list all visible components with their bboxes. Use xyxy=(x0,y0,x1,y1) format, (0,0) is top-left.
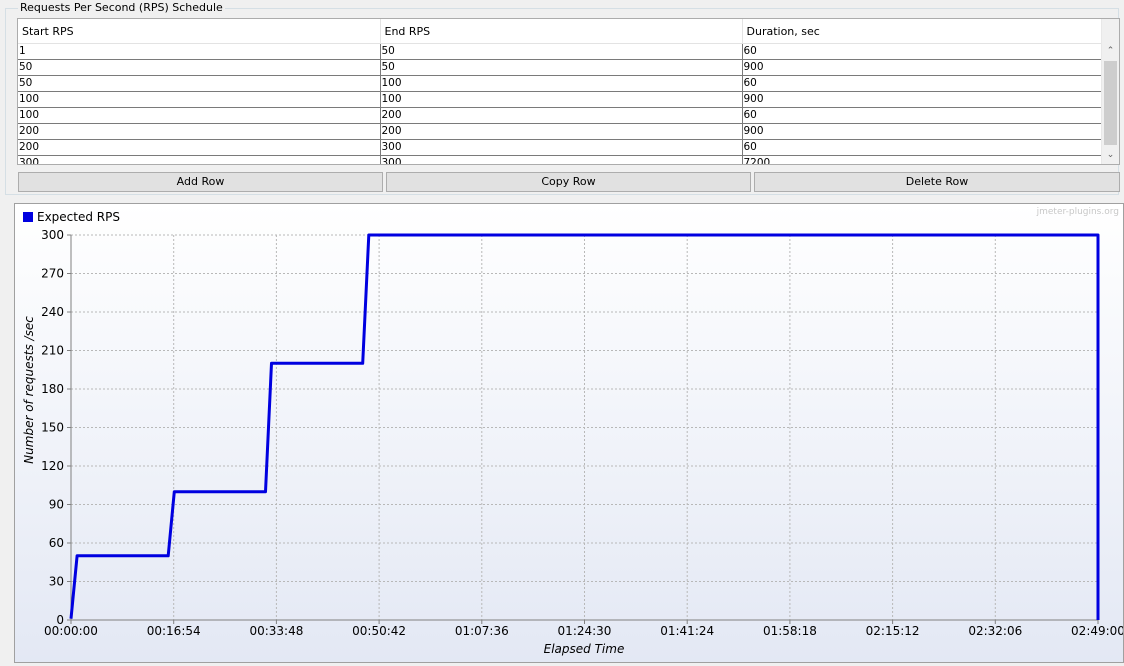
y-tick-label: 60 xyxy=(49,536,64,550)
cell-duration[interactable]: 900 xyxy=(742,59,1104,76)
cell-start-rps[interactable]: 1 xyxy=(18,43,381,60)
chart-watermark: jmeter-plugins.org xyxy=(1036,207,1119,217)
y-tick-label: 270 xyxy=(41,267,64,281)
cell-start-rps[interactable]: 200 xyxy=(18,123,381,140)
y-tick-label: 120 xyxy=(41,459,64,473)
cell-end-rps[interactable]: 100 xyxy=(380,75,743,92)
cell-duration[interactable]: 60 xyxy=(742,107,1104,124)
table-row[interactable]: 100 100 900 xyxy=(18,91,1104,108)
cell-end-rps[interactable]: 300 xyxy=(380,139,743,156)
legend-swatch xyxy=(23,212,33,222)
rps-chart: 030609012015018021024027030000:00:00 00:1… xyxy=(15,204,1124,662)
x-tick-label: 00:33:48 xyxy=(249,624,303,638)
y-tick-label: 30 xyxy=(49,575,64,589)
y-axis-label: Number of requests /sec xyxy=(22,316,36,464)
cell-duration[interactable]: 900 xyxy=(742,123,1104,140)
x-tick-label: 00:50:42 xyxy=(352,624,406,638)
cell-duration[interactable]: 60 xyxy=(742,75,1104,92)
column-header-duration[interactable]: Duration, sec xyxy=(742,19,1104,44)
x-tick-label: 01:58:18 xyxy=(763,624,817,638)
cell-duration[interactable]: 900 xyxy=(742,91,1104,108)
x-tick-label: 02:15:12 xyxy=(866,624,920,638)
y-tick-label: 300 xyxy=(41,228,64,242)
cell-start-rps[interactable]: 50 xyxy=(18,59,381,76)
table-row[interactable]: 300 300 7200 xyxy=(18,155,1104,164)
table-row[interactable]: 200 200 900 xyxy=(18,123,1104,140)
cell-duration[interactable]: 7200 xyxy=(742,155,1104,164)
x-tick-label: 00:00:00 xyxy=(44,624,98,638)
header-row: Start RPS End RPS Duration, sec xyxy=(18,19,1104,44)
legend-label: Expected RPS xyxy=(37,210,120,224)
chart-background xyxy=(15,204,1123,662)
table-vertical-scrollbar[interactable]: ⌃ ⌄ xyxy=(1101,19,1119,164)
cell-duration[interactable]: 60 xyxy=(742,139,1104,156)
cell-start-rps[interactable]: 50 xyxy=(18,75,381,92)
cell-end-rps[interactable]: 200 xyxy=(380,123,743,140)
schedule-grid: Start RPS End RPS Duration, sec 1 50 60 … xyxy=(18,19,1104,164)
x-tick-label: 01:41:24 xyxy=(660,624,714,638)
cell-start-rps[interactable]: 300 xyxy=(18,155,381,164)
chevron-down-icon[interactable]: ⌄ xyxy=(1102,147,1119,164)
cell-end-rps[interactable]: 300 xyxy=(380,155,743,164)
table-row[interactable]: 50 100 60 xyxy=(18,75,1104,92)
table-row[interactable]: 1 50 60 xyxy=(18,43,1104,60)
column-header-end-rps[interactable]: End RPS xyxy=(380,19,743,44)
x-tick-label: 00:16:54 xyxy=(147,624,201,638)
column-header-start-rps[interactable]: Start RPS xyxy=(18,19,381,44)
schedule-table: Start RPS End RPS Duration, sec 1 50 60 … xyxy=(17,18,1120,165)
cell-end-rps[interactable]: 200 xyxy=(380,107,743,124)
rps-chart-panel: 0 30 60 90 120 150 180 210 240 270 300 00:00:00 00:1… xyxy=(14,203,1124,663)
cell-start-rps[interactable]: 100 xyxy=(18,107,381,124)
y-tick-label: 180 xyxy=(41,382,64,396)
schedule-panel-title: Requests Per Second (RPS) Schedule xyxy=(18,1,225,15)
delete-row-button[interactable]: Delete Row xyxy=(754,172,1120,192)
x-tick-label: 02:49:00 xyxy=(1071,624,1123,638)
add-row-button[interactable]: Add Row xyxy=(18,172,383,192)
cell-start-rps[interactable]: 200 xyxy=(18,139,381,156)
scrollbar-thumb[interactable] xyxy=(1104,61,1117,145)
table-row[interactable]: 50 50 900 xyxy=(18,59,1104,76)
cell-end-rps[interactable]: 50 xyxy=(380,43,743,60)
chevron-up-icon[interactable]: ⌃ xyxy=(1102,43,1119,60)
table-row[interactable]: 200 300 60 xyxy=(18,139,1104,156)
y-tick-label: 240 xyxy=(41,305,64,319)
cell-end-rps[interactable]: 50 xyxy=(380,59,743,76)
copy-row-button[interactable]: Copy Row xyxy=(386,172,751,192)
x-tick-label: 02:32:06 xyxy=(968,624,1022,638)
x-tick-label: 01:24:30 xyxy=(558,624,612,638)
y-tick-label: 150 xyxy=(41,421,64,435)
table-row[interactable]: 100 200 60 xyxy=(18,107,1104,124)
cell-start-rps[interactable]: 100 xyxy=(18,91,381,108)
cell-end-rps[interactable]: 100 xyxy=(380,91,743,108)
cell-duration[interactable]: 60 xyxy=(742,43,1104,60)
y-tick-label: 210 xyxy=(41,344,64,358)
x-tick-label: 01:07:36 xyxy=(455,624,509,638)
x-axis-label: Elapsed Time xyxy=(544,642,625,656)
y-tick-label: 90 xyxy=(49,498,64,512)
